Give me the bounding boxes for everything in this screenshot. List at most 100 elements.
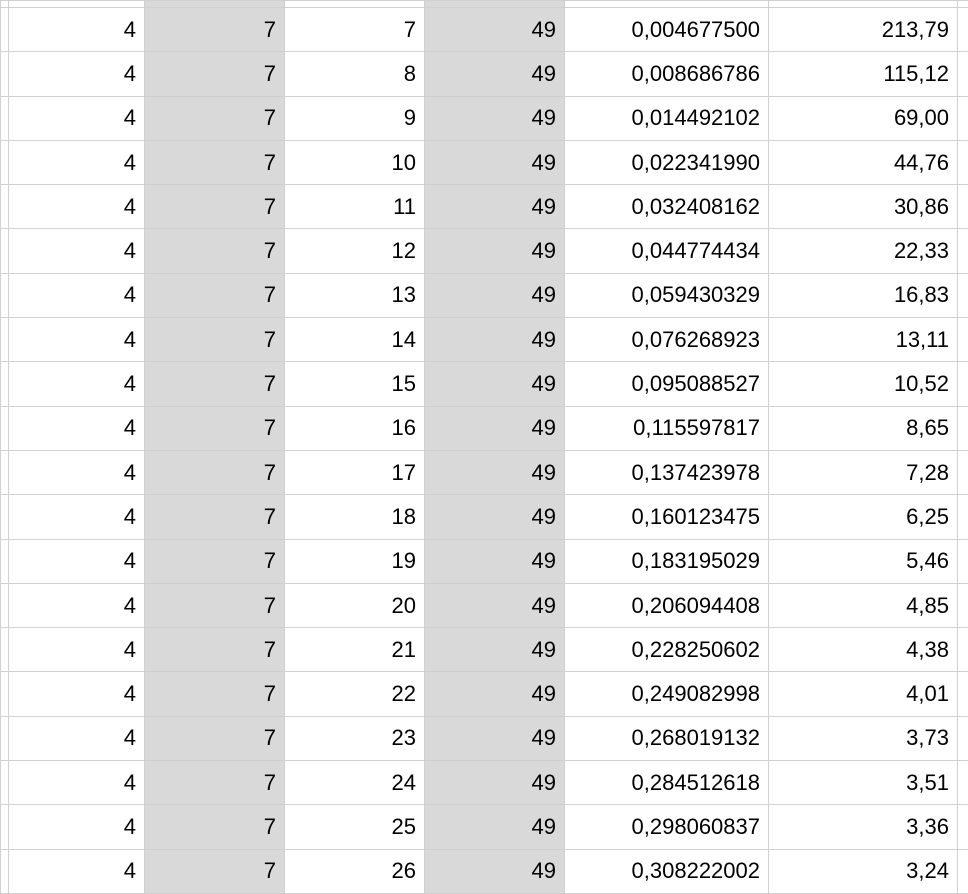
row-tail[interactable]: [958, 628, 968, 672]
cell-col-d[interactable]: 49: [425, 318, 565, 362]
cell-col-c[interactable]: 17: [285, 451, 425, 495]
cell-col-b[interactable]: 7: [145, 274, 285, 318]
cell-col-b[interactable]: 7: [145, 8, 285, 52]
cell-col-a[interactable]: 4: [9, 805, 145, 849]
row-stub[interactable]: [0, 540, 9, 584]
cell-col-c[interactable]: 26: [285, 850, 425, 894]
cell-col-b[interactable]: 7: [145, 362, 285, 406]
cell-col-d[interactable]: 49: [425, 407, 565, 451]
cell-col-b[interactable]: 7: [145, 318, 285, 362]
cell-col-e[interactable]: 0,095088527: [565, 362, 769, 406]
cell-col-d[interactable]: 49: [425, 229, 565, 273]
cell-col-f[interactable]: 115,12: [769, 52, 958, 96]
cell-col-e[interactable]: 0,044774434: [565, 229, 769, 273]
cell-col-c[interactable]: 24: [285, 761, 425, 805]
row-tail[interactable]: [958, 362, 968, 406]
cell-col-c[interactable]: 12: [285, 229, 425, 273]
cell-col-f[interactable]: 44,76: [769, 141, 958, 185]
row-tail[interactable]: [958, 805, 968, 849]
cell-col-d[interactable]: 49: [425, 495, 565, 539]
row-tail[interactable]: [958, 8, 968, 52]
cell-col-c[interactable]: 25: [285, 805, 425, 849]
cell-col-d[interactable]: 49: [425, 451, 565, 495]
cell-col-d[interactable]: 49: [425, 8, 565, 52]
cell-partial[interactable]: [958, 0, 968, 8]
row-tail[interactable]: [958, 274, 968, 318]
cell-col-c[interactable]: 21: [285, 628, 425, 672]
cell-col-c[interactable]: 8: [285, 52, 425, 96]
cell-col-f[interactable]: 6,25: [769, 495, 958, 539]
cell-col-a[interactable]: 4: [9, 407, 145, 451]
row-tail[interactable]: [958, 97, 968, 141]
cell-col-c[interactable]: 13: [285, 274, 425, 318]
cell-col-d[interactable]: 49: [425, 52, 565, 96]
row-stub[interactable]: [0, 805, 9, 849]
cell-col-a[interactable]: 4: [9, 185, 145, 229]
row-stub[interactable]: [0, 97, 9, 141]
cell-col-e[interactable]: 0,249082998: [565, 672, 769, 716]
row-stub[interactable]: [0, 495, 9, 539]
cell-col-f[interactable]: 4,38: [769, 628, 958, 672]
cell-col-b[interactable]: 7: [145, 628, 285, 672]
cell-col-f[interactable]: 69,00: [769, 97, 958, 141]
row-stub[interactable]: [0, 451, 9, 495]
cell-col-f[interactable]: 213,79: [769, 8, 958, 52]
cell-col-e[interactable]: 0,284512618: [565, 761, 769, 805]
cell-col-b[interactable]: 7: [145, 761, 285, 805]
cell-col-f[interactable]: 7,28: [769, 451, 958, 495]
row-tail[interactable]: [958, 451, 968, 495]
cell-col-c[interactable]: 14: [285, 318, 425, 362]
cell-col-b[interactable]: 7: [145, 229, 285, 273]
cell-col-d[interactable]: 49: [425, 850, 565, 894]
cell-col-e[interactable]: 0,298060837: [565, 805, 769, 849]
cell-col-b[interactable]: 7: [145, 717, 285, 761]
row-tail[interactable]: [958, 850, 968, 894]
cell-col-f[interactable]: 16,83: [769, 274, 958, 318]
cell-col-a[interactable]: 4: [9, 717, 145, 761]
cell-partial[interactable]: [769, 0, 958, 8]
cell-col-c[interactable]: 22: [285, 672, 425, 716]
row-stub[interactable]: [0, 407, 9, 451]
row-tail[interactable]: [958, 761, 968, 805]
cell-col-d[interactable]: 49: [425, 97, 565, 141]
row-stub[interactable]: [0, 185, 9, 229]
row-stub[interactable]: [0, 628, 9, 672]
cell-col-a[interactable]: 4: [9, 362, 145, 406]
row-tail[interactable]: [958, 495, 968, 539]
cell-col-e[interactable]: 0,115597817: [565, 407, 769, 451]
row-stub[interactable]: [0, 318, 9, 362]
row-tail[interactable]: [958, 407, 968, 451]
row-stub[interactable]: [0, 141, 9, 185]
cell-partial[interactable]: [145, 0, 285, 8]
row-tail[interactable]: [958, 141, 968, 185]
cell-col-b[interactable]: 7: [145, 540, 285, 584]
cell-partial[interactable]: [565, 0, 769, 8]
cell-col-f[interactable]: 30,86: [769, 185, 958, 229]
cell-col-a[interactable]: 4: [9, 52, 145, 96]
cell-col-f[interactable]: 10,52: [769, 362, 958, 406]
cell-col-d[interactable]: 49: [425, 274, 565, 318]
cell-col-b[interactable]: 7: [145, 52, 285, 96]
cell-col-f[interactable]: 8,65: [769, 407, 958, 451]
row-tail[interactable]: [958, 52, 968, 96]
cell-col-c[interactable]: 10: [285, 141, 425, 185]
cell-col-d[interactable]: 49: [425, 540, 565, 584]
cell-col-a[interactable]: 4: [9, 672, 145, 716]
cell-col-a[interactable]: 4: [9, 318, 145, 362]
cell-col-e[interactable]: 0,268019132: [565, 717, 769, 761]
cell-col-e[interactable]: 0,228250602: [565, 628, 769, 672]
cell-col-d[interactable]: 49: [425, 628, 565, 672]
cell-col-d[interactable]: 49: [425, 584, 565, 628]
cell-col-b[interactable]: 7: [145, 185, 285, 229]
cell-col-e[interactable]: 0,137423978: [565, 451, 769, 495]
row-stub[interactable]: [0, 850, 9, 894]
cell-col-b[interactable]: 7: [145, 850, 285, 894]
cell-col-a[interactable]: 4: [9, 451, 145, 495]
row-stub[interactable]: [0, 274, 9, 318]
row-stub[interactable]: [0, 52, 9, 96]
cell-col-d[interactable]: 49: [425, 805, 565, 849]
cell-col-b[interactable]: 7: [145, 141, 285, 185]
row-stub[interactable]: [0, 761, 9, 805]
cell-col-c[interactable]: 9: [285, 97, 425, 141]
cell-col-f[interactable]: 5,46: [769, 540, 958, 584]
